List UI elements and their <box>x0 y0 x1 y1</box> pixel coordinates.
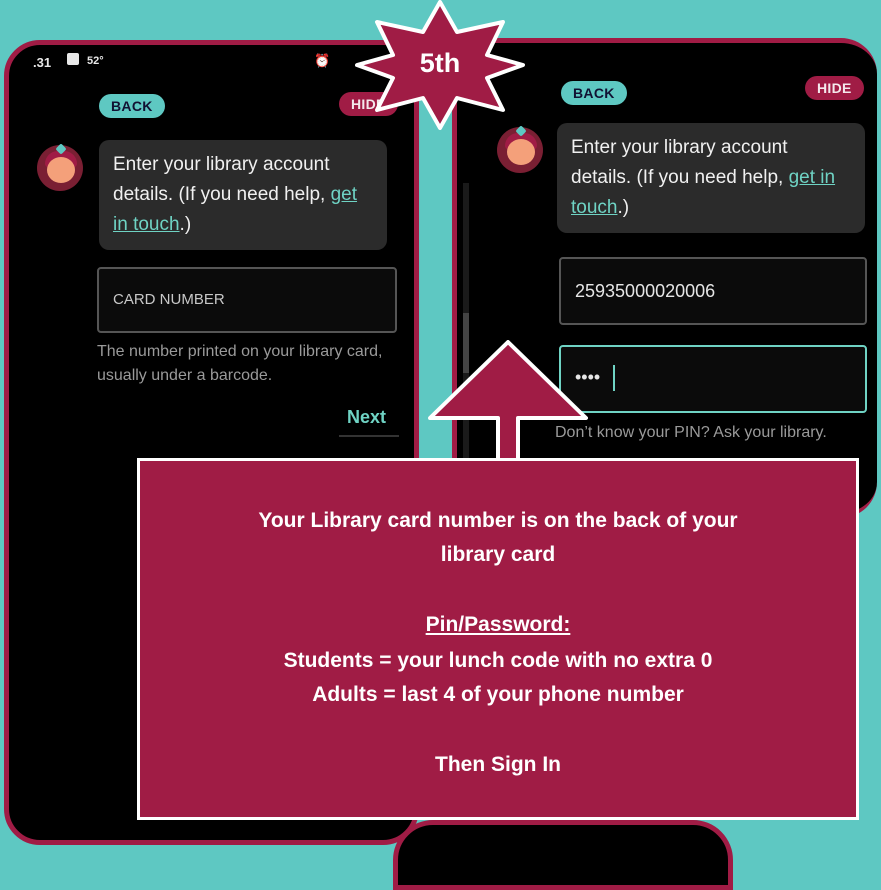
hide-button[interactable]: HIDE <box>805 76 864 100</box>
next-button[interactable]: Next <box>347 407 386 428</box>
text-cursor <box>613 365 615 391</box>
prompt-bubble: Enter your library account details. (If … <box>99 140 387 250</box>
instruction-box: Your Library card number is on the back … <box>137 458 859 820</box>
prompt-text: Enter your library account details. (If … <box>571 137 789 188</box>
info-line-2: library card <box>440 543 556 566</box>
phone-screen-bottom <box>393 820 733 890</box>
status-time: .31 <box>33 55 52 70</box>
pin-field[interactable]: •••• <box>559 345 867 413</box>
info-students: Students = your lunch code with no extra… <box>283 649 713 672</box>
prompt-end: .) <box>617 197 630 218</box>
up-arrow-icon <box>428 340 588 470</box>
info-footer: Then Sign In <box>435 753 561 776</box>
next-underline <box>339 435 399 437</box>
librarian-avatar-icon <box>497 125 543 173</box>
info-line-1: Your Library card number is on the back … <box>258 509 738 532</box>
card-number-field[interactable]: 25935000020006 <box>559 257 867 325</box>
back-button[interactable]: BACK <box>561 81 627 105</box>
card-number-field[interactable]: CARD NUMBER <box>97 267 397 333</box>
card-number-placeholder: CARD NUMBER <box>113 291 225 308</box>
prompt-end: .) <box>179 214 192 235</box>
info-adults: Adults = last 4 of your phone number <box>312 683 684 706</box>
info-heading: Pin/Password: <box>425 613 571 636</box>
librarian-avatar-icon <box>37 143 83 191</box>
prompt-text: Enter your library account details. (If … <box>113 154 331 205</box>
pin-helper: Don’t know your PIN? Ask your library. <box>555 424 827 441</box>
alarm-icon: ⏰ <box>314 53 331 68</box>
notification-icon <box>67 53 79 65</box>
step-badge: 5th <box>419 48 461 78</box>
back-button[interactable]: BACK <box>99 94 165 118</box>
prompt-bubble: Enter your library account details. (If … <box>557 123 865 233</box>
card-number-value: 25935000020006 <box>575 281 716 301</box>
status-temperature: 52° <box>87 55 104 67</box>
card-number-helper: The number printed on your library card,… <box>97 343 383 384</box>
